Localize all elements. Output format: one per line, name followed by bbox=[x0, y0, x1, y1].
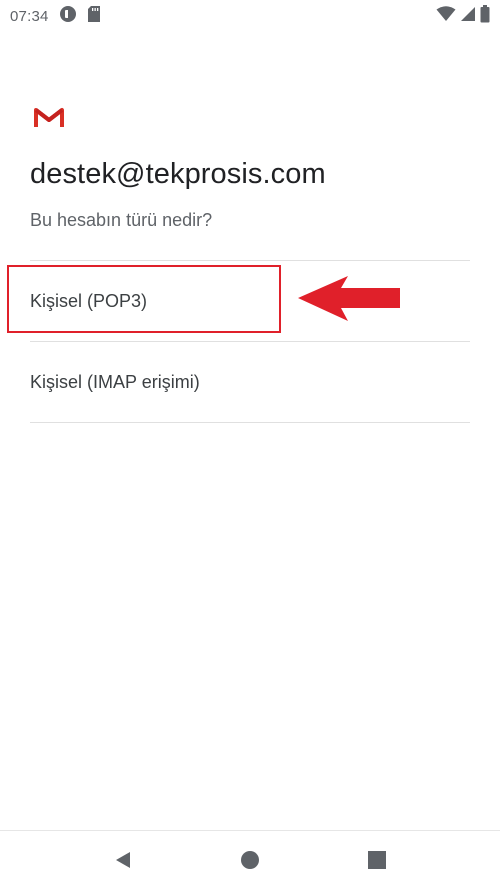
status-right bbox=[436, 4, 490, 28]
gmail-icon bbox=[34, 106, 64, 128]
highlight-box bbox=[7, 265, 281, 333]
home-icon[interactable] bbox=[230, 840, 270, 880]
wifi-icon bbox=[436, 5, 456, 27]
account-email: destek@tekprosis.com bbox=[30, 158, 326, 190]
battery-icon bbox=[480, 4, 490, 28]
nav-bar bbox=[0, 830, 500, 889]
divider bbox=[30, 422, 470, 423]
signal-icon bbox=[460, 6, 476, 27]
status-time: 07:34 bbox=[10, 7, 49, 25]
status-left: 07:34 bbox=[10, 5, 101, 28]
option-personal-imap[interactable]: Kişisel (IMAP erişimi) bbox=[30, 342, 470, 422]
status-bar: 07:34 bbox=[0, 0, 500, 32]
account-type-question: Bu hesabın türü nedir? bbox=[30, 210, 213, 230]
screen: 07:34 destek@tekprosis.com Bu hesabın tü… bbox=[0, 0, 500, 889]
arrow-left-icon bbox=[298, 274, 402, 324]
back-icon[interactable] bbox=[103, 840, 143, 880]
sd-card-icon bbox=[87, 5, 101, 28]
option-label: Kişisel (IMAP erişimi) bbox=[30, 371, 200, 392]
data-saver-icon bbox=[59, 5, 77, 28]
recents-icon[interactable] bbox=[357, 840, 397, 880]
